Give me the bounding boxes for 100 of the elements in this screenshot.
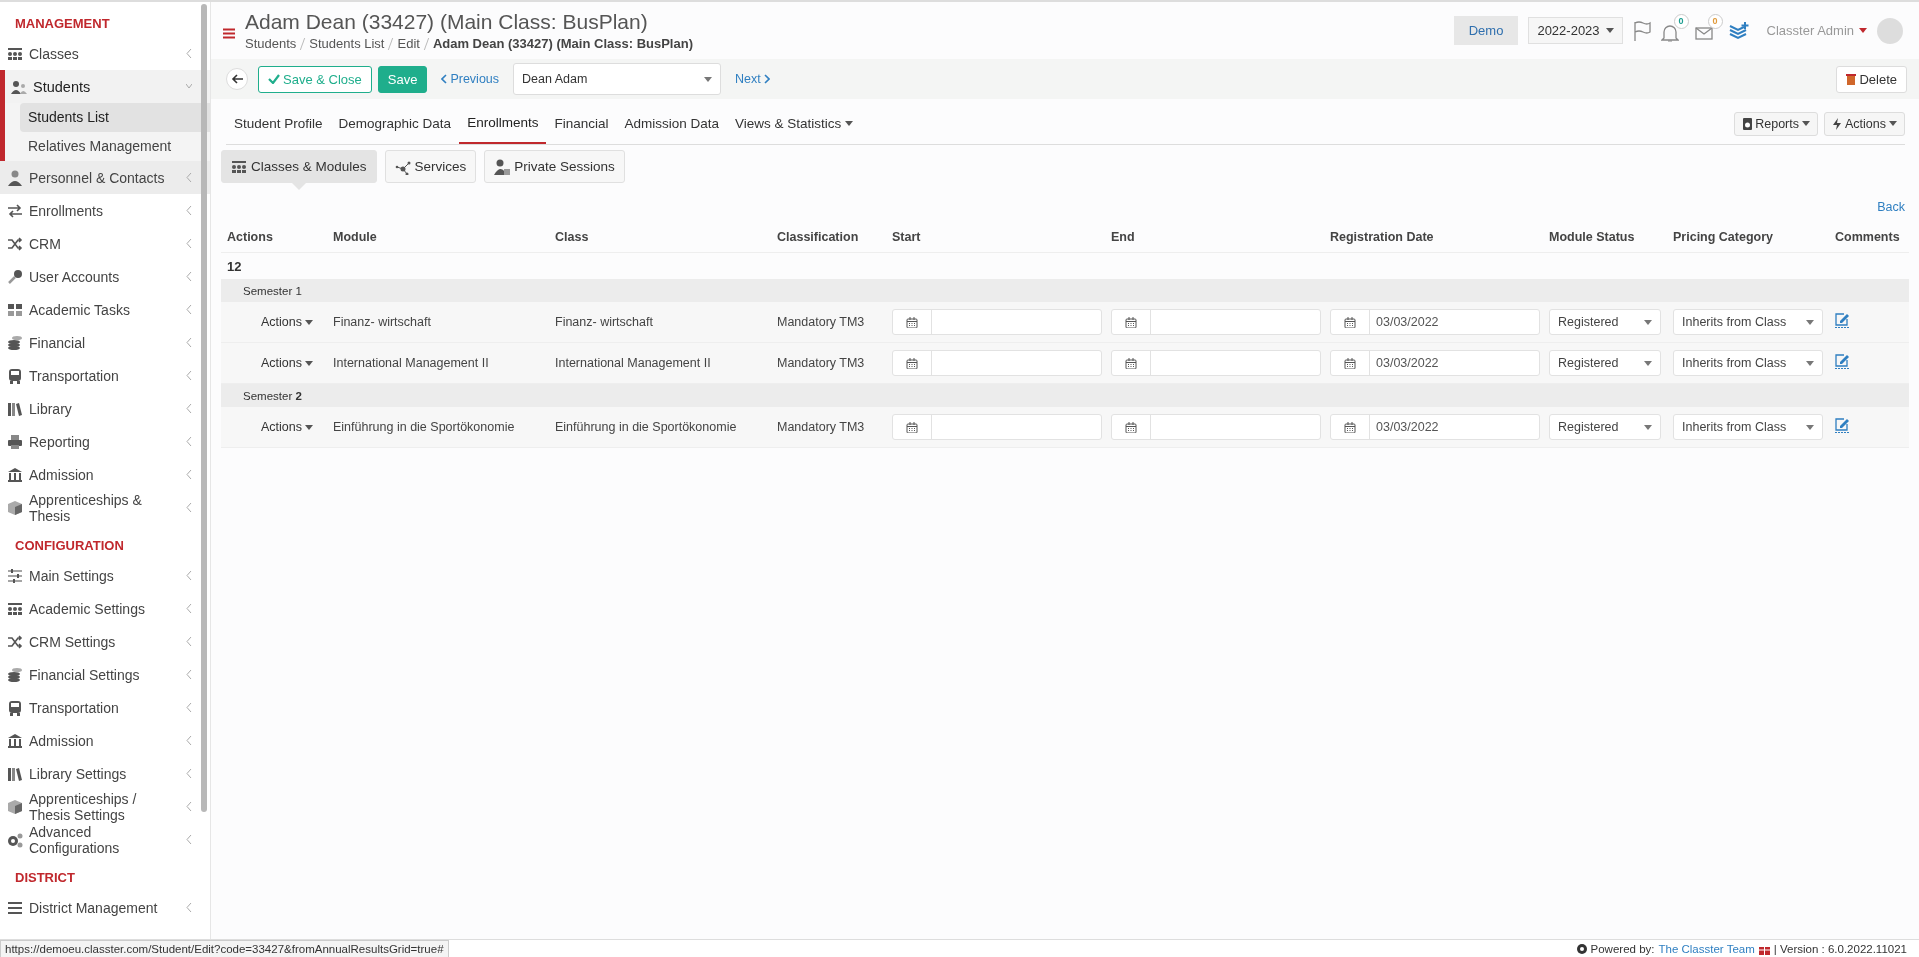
sidebar-item[interactable]: Admission: [0, 458, 210, 491]
date-field[interactable]: [892, 309, 1102, 335]
tab[interactable]: Student Profile: [226, 103, 331, 144]
chevron-icon: [186, 703, 192, 712]
year-dropdown[interactable]: 2022-2023: [1528, 17, 1623, 44]
date-field[interactable]: [892, 414, 1102, 440]
breadcrumb-link[interactable]: Edit: [397, 36, 420, 51]
sidebar-item[interactable]: Financial Settings: [0, 658, 210, 691]
sidebar-item[interactable]: Library: [0, 392, 210, 425]
sidebar-item[interactable]: Enrollments: [0, 194, 210, 227]
coins-icon: [7, 334, 23, 351]
sidebar-item[interactable]: CRM Settings: [0, 625, 210, 658]
column-header: Actions: [226, 230, 274, 244]
edit-icon[interactable]: [1835, 418, 1849, 433]
check-icon: [268, 74, 280, 84]
edit-icon[interactable]: [1835, 354, 1849, 369]
next-link[interactable]: Next: [735, 72, 770, 86]
breadcrumb-link[interactable]: Students List: [309, 36, 385, 51]
sidebar-item[interactable]: Transportation: [0, 359, 210, 392]
student-select[interactable]: Dean Adam: [513, 63, 722, 95]
date-field[interactable]: 03/03/2022: [1330, 350, 1540, 376]
actions-dropdown[interactable]: Actions: [261, 420, 313, 434]
chevron-icon: [186, 49, 192, 58]
delete-button[interactable]: Delete: [1836, 65, 1907, 93]
sidebar-item[interactable]: Main Settings: [0, 559, 210, 592]
chevron-icon: [186, 903, 192, 912]
count-badge: 0: [1707, 13, 1723, 29]
chevron-icon: [186, 802, 192, 811]
back-button[interactable]: [226, 68, 248, 90]
sidebar-item[interactable]: Reporting: [0, 425, 210, 458]
date-field[interactable]: [1111, 309, 1321, 335]
date-field[interactable]: [1111, 350, 1321, 376]
column-header: Start: [891, 230, 922, 244]
column-header: Comments: [1834, 230, 1901, 244]
caret-icon: [1802, 121, 1810, 126]
subtab-button[interactable]: Services: [384, 150, 477, 183]
caret-icon: [704, 76, 713, 82]
date-field[interactable]: [1111, 414, 1321, 440]
date-field[interactable]: [892, 350, 1102, 376]
tab[interactable]: Financial: [546, 103, 617, 144]
dropdown-button[interactable]: Actions: [1824, 111, 1905, 136]
pricing-select[interactable]: Inherits from Class: [1673, 309, 1823, 335]
environment-label[interactable]: Demo: [1453, 16, 1519, 45]
pricing-select[interactable]: Inherits from Class: [1673, 414, 1823, 440]
calendar-icon: [906, 316, 918, 328]
chevron-icon: [186, 82, 192, 91]
subtab-button[interactable]: Private Sessions: [484, 150, 625, 183]
date-field[interactable]: 03/03/2022: [1330, 309, 1540, 335]
date-field[interactable]: 03/03/2022: [1330, 414, 1540, 440]
actions-dropdown[interactable]: Actions: [261, 315, 313, 329]
sidebar-item[interactable]: Library Settings: [0, 757, 210, 790]
edit-icon[interactable]: [1835, 313, 1849, 328]
sidebar-subitem[interactable]: Students List: [20, 103, 210, 132]
tab[interactable]: Views & Statistics: [727, 103, 862, 144]
tab[interactable]: Enrollments: [459, 103, 547, 144]
calendar-icon: [1125, 357, 1137, 369]
table-cell-text: International Management II: [554, 356, 712, 370]
scrollbar[interactable]: [201, 4, 207, 812]
tab[interactable]: Admission Data: [616, 103, 727, 144]
sidebar-item[interactable]: User Accounts: [0, 260, 210, 293]
caret-icon: [305, 360, 313, 366]
dropdown-button[interactable]: Reports: [1734, 111, 1818, 136]
arrow-left-icon: [231, 74, 243, 84]
sidebar-subitem[interactable]: Relatives Management: [20, 132, 210, 161]
layers-plus-icon[interactable]: [1728, 20, 1749, 41]
sidebar-item[interactable]: Transportation: [0, 691, 210, 724]
sidebar-item[interactable]: Academic Tasks: [0, 293, 210, 326]
sidebar-item[interactable]: Classes: [0, 37, 210, 70]
calendar-icon: [1125, 421, 1137, 433]
powered-by-text: Powered by:: [1590, 943, 1655, 955]
team-link[interactable]: The Classter Team: [1658, 943, 1755, 955]
back-link[interactable]: Back: [1877, 200, 1905, 214]
sidebar-item[interactable]: Apprenticeships & Thesis: [0, 491, 210, 524]
sidebar-item[interactable]: Personnel & Contacts: [0, 161, 210, 194]
sidebar-item[interactable]: CRM: [0, 227, 210, 260]
calendar-icon: [1125, 316, 1137, 328]
list-icon: [7, 899, 23, 916]
caret-icon: [1806, 319, 1814, 325]
sidebar-item[interactable]: Academic Settings: [0, 592, 210, 625]
status-select[interactable]: Registered: [1549, 414, 1661, 440]
calendar-icon: [906, 421, 918, 433]
tab[interactable]: Demographic Data: [330, 103, 460, 144]
calendar-icon: [906, 357, 918, 369]
previous-link[interactable]: Previous: [441, 72, 500, 86]
actions-dropdown[interactable]: Actions: [261, 356, 313, 370]
chevron-icon: [186, 338, 192, 347]
sidebar-item[interactable]: District Management: [0, 891, 210, 924]
sidebar-item[interactable]: Financial: [0, 326, 210, 359]
flag-icon[interactable]: [1632, 20, 1651, 41]
sidebar-item[interactable]: Advanced Configurations: [0, 823, 210, 856]
breadcrumb-link[interactable]: Students: [245, 36, 297, 51]
column-header: Classification: [776, 230, 860, 244]
sidebar-item[interactable]: Apprenticeships / Thesis Settings: [0, 790, 210, 823]
bell-icon[interactable]: [1660, 23, 1679, 42]
pricing-select[interactable]: Inherits from Class: [1673, 350, 1823, 376]
status-select[interactable]: Registered: [1549, 309, 1661, 335]
status-select[interactable]: Registered: [1549, 350, 1661, 376]
table-cell-text: Einführung in die Sportökonomie: [554, 420, 738, 434]
menu-icon[interactable]: [223, 28, 235, 39]
sidebar-item[interactable]: Admission: [0, 724, 210, 757]
